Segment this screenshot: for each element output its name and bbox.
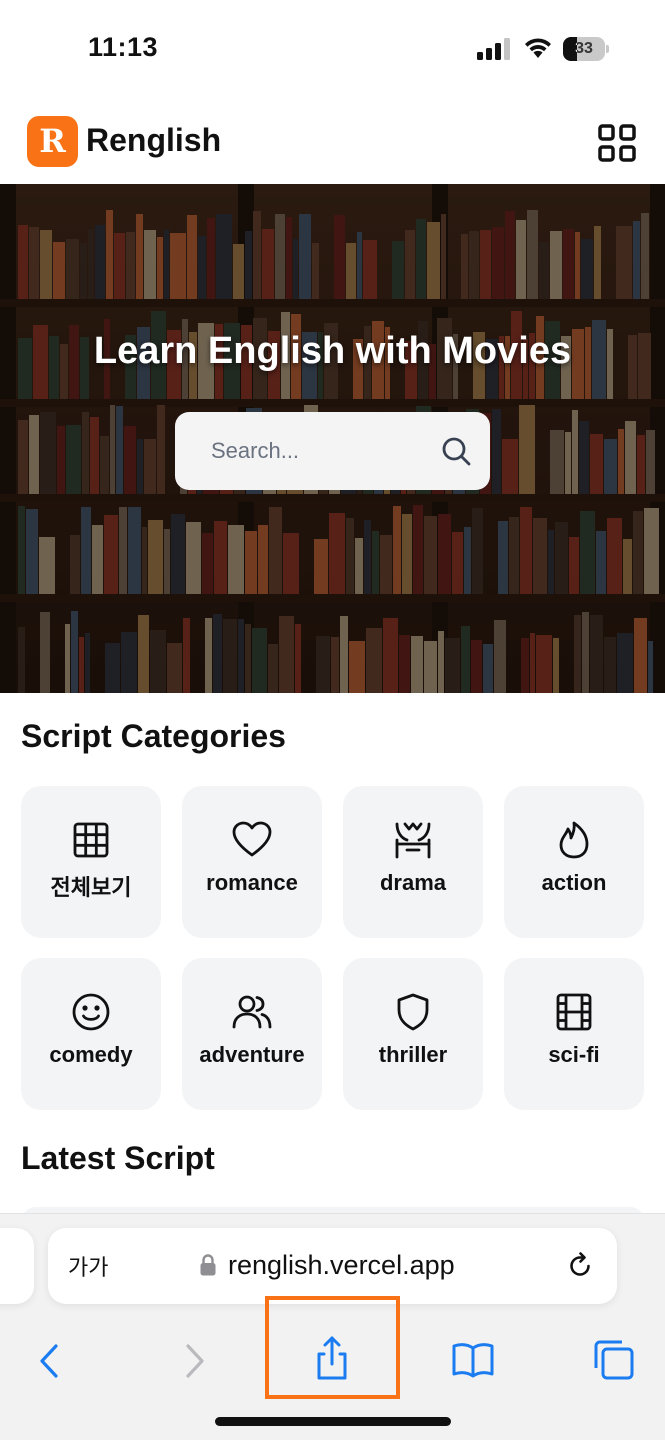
url-text[interactable]: renglish.vercel.app [228,1250,455,1281]
hero-title: Learn English with Movies [93,330,572,372]
category-card-drama[interactable]: drama [343,786,483,938]
search-icon[interactable] [440,435,472,467]
category-card-action[interactable]: action [504,786,644,938]
category-card-comedy[interactable]: comedy [21,958,161,1110]
search-box[interactable] [175,412,490,490]
flame-icon [559,821,589,859]
previous-tab-preview[interactable] [0,1228,34,1304]
logo-badge[interactable]: R [27,116,78,167]
address-bar[interactable]: 가가 renglish.vercel.app [48,1228,617,1304]
category-card-sci-fi[interactable]: sci-fi [504,958,644,1110]
category-label: sci-fi [548,1042,600,1067]
category-card-all[interactable]: 전체보기 [21,786,161,938]
page-settings-button[interactable]: 가가 [68,1250,108,1282]
film-icon [556,993,592,1031]
latest-script-title: Latest Script [21,1140,215,1176]
forward-icon[interactable] [164,1330,224,1390]
category-card-thriller[interactable]: thriller [343,958,483,1110]
bookmarks-icon[interactable] [443,1330,503,1390]
category-label: adventure [199,1042,305,1067]
category-card-adventure[interactable]: adventure [182,958,322,1110]
search-input[interactable] [211,412,431,490]
home-indicator[interactable] [215,1417,451,1426]
category-label: thriller [378,1042,448,1067]
category-label: action [541,870,607,895]
cellular-signal-icon [477,38,510,60]
heart-icon [232,821,272,857]
category-label: romance [206,870,298,895]
battery-level: 33 [575,40,593,57]
battery-indicator: 33 [563,37,609,61]
grid-icon [73,822,109,858]
reload-icon[interactable] [566,1252,594,1280]
shield-icon [397,993,429,1031]
back-icon[interactable] [20,1330,80,1390]
category-label: comedy [49,1042,133,1067]
tabs-icon[interactable] [584,1330,644,1390]
status-time: 11:13 [88,32,159,62]
wifi-icon [525,38,551,58]
share-highlight-box [265,1296,400,1399]
smile-icon [72,993,110,1031]
category-label: drama [379,870,447,895]
theater-icon [395,822,431,859]
grid-menu-icon[interactable] [598,124,636,162]
category-card-romance[interactable]: romance [182,786,322,938]
brand-name[interactable]: Renglish [86,122,221,159]
status-bar: 11:13 33 [0,0,665,100]
category-label: 전체보기 [50,875,132,900]
lock-icon [200,1254,216,1276]
hero-banner: Learn English with Movies [0,184,665,693]
users-icon [232,995,272,1029]
app-header: R Renglish [0,100,665,184]
categories-title: Script Categories [21,718,286,754]
